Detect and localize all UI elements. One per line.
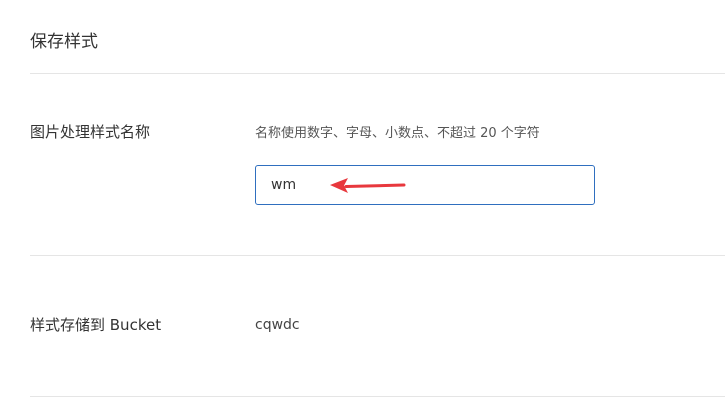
section-title: 保存样式	[30, 32, 98, 52]
bucket-label: 样式存储到 Bucket	[30, 316, 162, 334]
style-name-input[interactable]	[255, 165, 595, 205]
divider-middle	[30, 255, 725, 256]
style-name-hint: 名称使用数字、字母、小数点、不超过 20 个字符	[255, 126, 540, 141]
divider-bottom	[30, 396, 725, 397]
style-name-label: 图片处理样式名称	[30, 123, 151, 141]
bucket-value: cqwdc	[255, 317, 300, 333]
red-arrow-left-icon	[330, 178, 406, 193]
divider-top	[30, 73, 725, 74]
